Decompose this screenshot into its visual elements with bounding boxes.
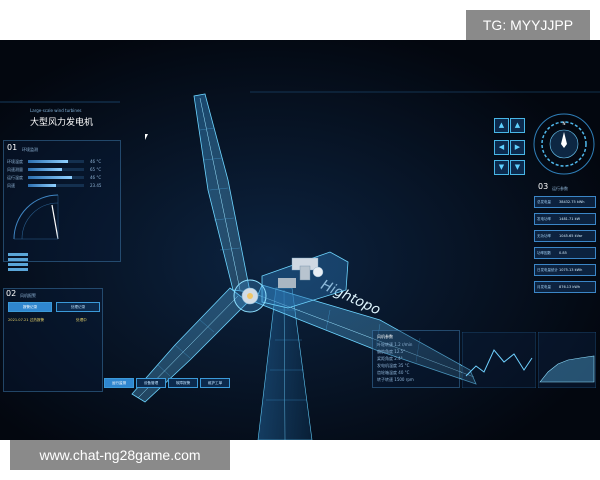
panel-02-number: 02	[6, 289, 17, 298]
env-row-bar	[28, 176, 84, 179]
env-row-label: 运行温度	[7, 175, 23, 180]
trend-line-chart	[462, 332, 536, 388]
param-label: 无功功率	[537, 234, 551, 238]
env-row-value: 46 °C	[90, 159, 102, 164]
nav-right-button[interactable]: ▶	[510, 140, 525, 155]
param-value: 1045.65 kVar	[559, 234, 583, 238]
panel-03-number: 03	[538, 182, 549, 191]
param-value: 1481.71 kW	[559, 217, 581, 221]
nav-down-alt-button[interactable]: ▼	[510, 160, 525, 175]
param-value: 876.13 kWh	[559, 285, 581, 289]
env-row-value: 23.45	[90, 183, 102, 188]
env-row-bar	[28, 184, 84, 187]
param-value: 1075.13 kWh	[559, 268, 583, 272]
env-row-label: 风速测量	[7, 167, 23, 172]
compass-north-label: N	[563, 121, 566, 126]
param-box: 无功功率 1045.65 kVar	[534, 230, 596, 242]
param-label: 发电功率	[537, 217, 551, 221]
param-box: 总发电量 38432.75 kWh	[534, 196, 596, 208]
param-label: 总发电量	[537, 200, 551, 204]
callout-row: 发电机温度 35 °C	[377, 363, 410, 368]
environment-panel: 01 环境监测 环境温度 46 °C 风速测量 65 °C 运行温度 46 °C 风速 23.…	[3, 140, 121, 271]
panel-01-title: 环境监测	[22, 147, 38, 152]
dashboard-frame: Hightopo Large-scale wind turbines 大型风力发…	[0, 40, 600, 440]
nav-up-button[interactable]: ▲	[494, 118, 509, 133]
env-row-bar	[28, 160, 84, 163]
callout-row: 叶轮转速 1.2 r/min	[377, 342, 413, 347]
tg-watermark: TG: MYYJJPP	[466, 10, 590, 40]
nav-down-button[interactable]: ▼	[494, 160, 509, 175]
cursor-icon	[145, 134, 148, 140]
param-box: 功率因数 0.85	[534, 247, 596, 259]
env-row-bar	[28, 168, 84, 171]
env-row-value: 46 °C	[90, 175, 102, 180]
param-box: 日发电量统计 1075.13 kWh	[534, 264, 596, 276]
tab-alarm-records[interactable]: 报警记录	[8, 302, 52, 312]
alarm-row-status: 处理中	[76, 318, 87, 322]
param-value: 38432.75 kWh	[559, 200, 585, 204]
power-area-chart	[538, 332, 596, 388]
wind-direction-gauge	[13, 194, 59, 240]
param-label: 日发电量统计	[537, 268, 558, 272]
alarm-panel: 02 风机报警 报警记录 处理记录 2021.07.21 过热报警 处理中	[3, 288, 103, 392]
turbine-callout-panel: 风机参数 叶轮转速 1.2 r/min 偏航角度 12.5° 桨距角度 2.4° 发电…	[372, 330, 460, 388]
callout-header: 风机参数	[377, 334, 393, 339]
panel-03-title: 运行参数	[552, 186, 568, 191]
panel-01-number: 01	[7, 143, 18, 152]
nav-left-button[interactable]: ◀	[494, 140, 509, 155]
compass-dial[interactable]: N	[532, 112, 596, 176]
level-indicator	[8, 253, 28, 275]
site-watermark: www.chat-ng28game.com	[10, 440, 230, 470]
alarm-row-text: 2021.07.21 过热报警	[8, 318, 45, 322]
bottom-nav-button[interactable]: 设备管理	[136, 378, 166, 388]
page-title: 大型风力发电机	[30, 118, 94, 128]
tab-handled-records[interactable]: 处理记录	[56, 302, 100, 312]
param-value: 0.85	[559, 251, 567, 255]
param-label: 功率因数	[537, 251, 551, 255]
env-row-value: 65 °C	[90, 167, 102, 172]
bottom-nav-button[interactable]: 故障报警	[168, 378, 198, 388]
bottom-nav-button[interactable]: 维护工单	[200, 378, 230, 388]
callout-row: 偏航角度 12.5°	[377, 349, 406, 354]
nav-up-alt-button[interactable]: ▲	[510, 118, 525, 133]
callout-row: 齿轮箱温度 40 °C	[377, 370, 410, 375]
param-box: 发电功率 1481.71 kW	[534, 213, 596, 225]
header-subtitle: Large-scale wind turbines	[30, 108, 82, 113]
callout-row: 桨距角度 2.4°	[377, 356, 403, 361]
callout-row: 转子转速 1500 rpm	[377, 377, 414, 382]
param-box: 月发电量 876.13 kWh	[534, 281, 596, 293]
env-row-label: 环境温度	[7, 159, 23, 164]
bottom-nav-button[interactable]: 运行监测	[104, 378, 134, 388]
param-label: 月发电量	[537, 285, 551, 289]
panel-02-title: 风机报警	[20, 293, 36, 298]
